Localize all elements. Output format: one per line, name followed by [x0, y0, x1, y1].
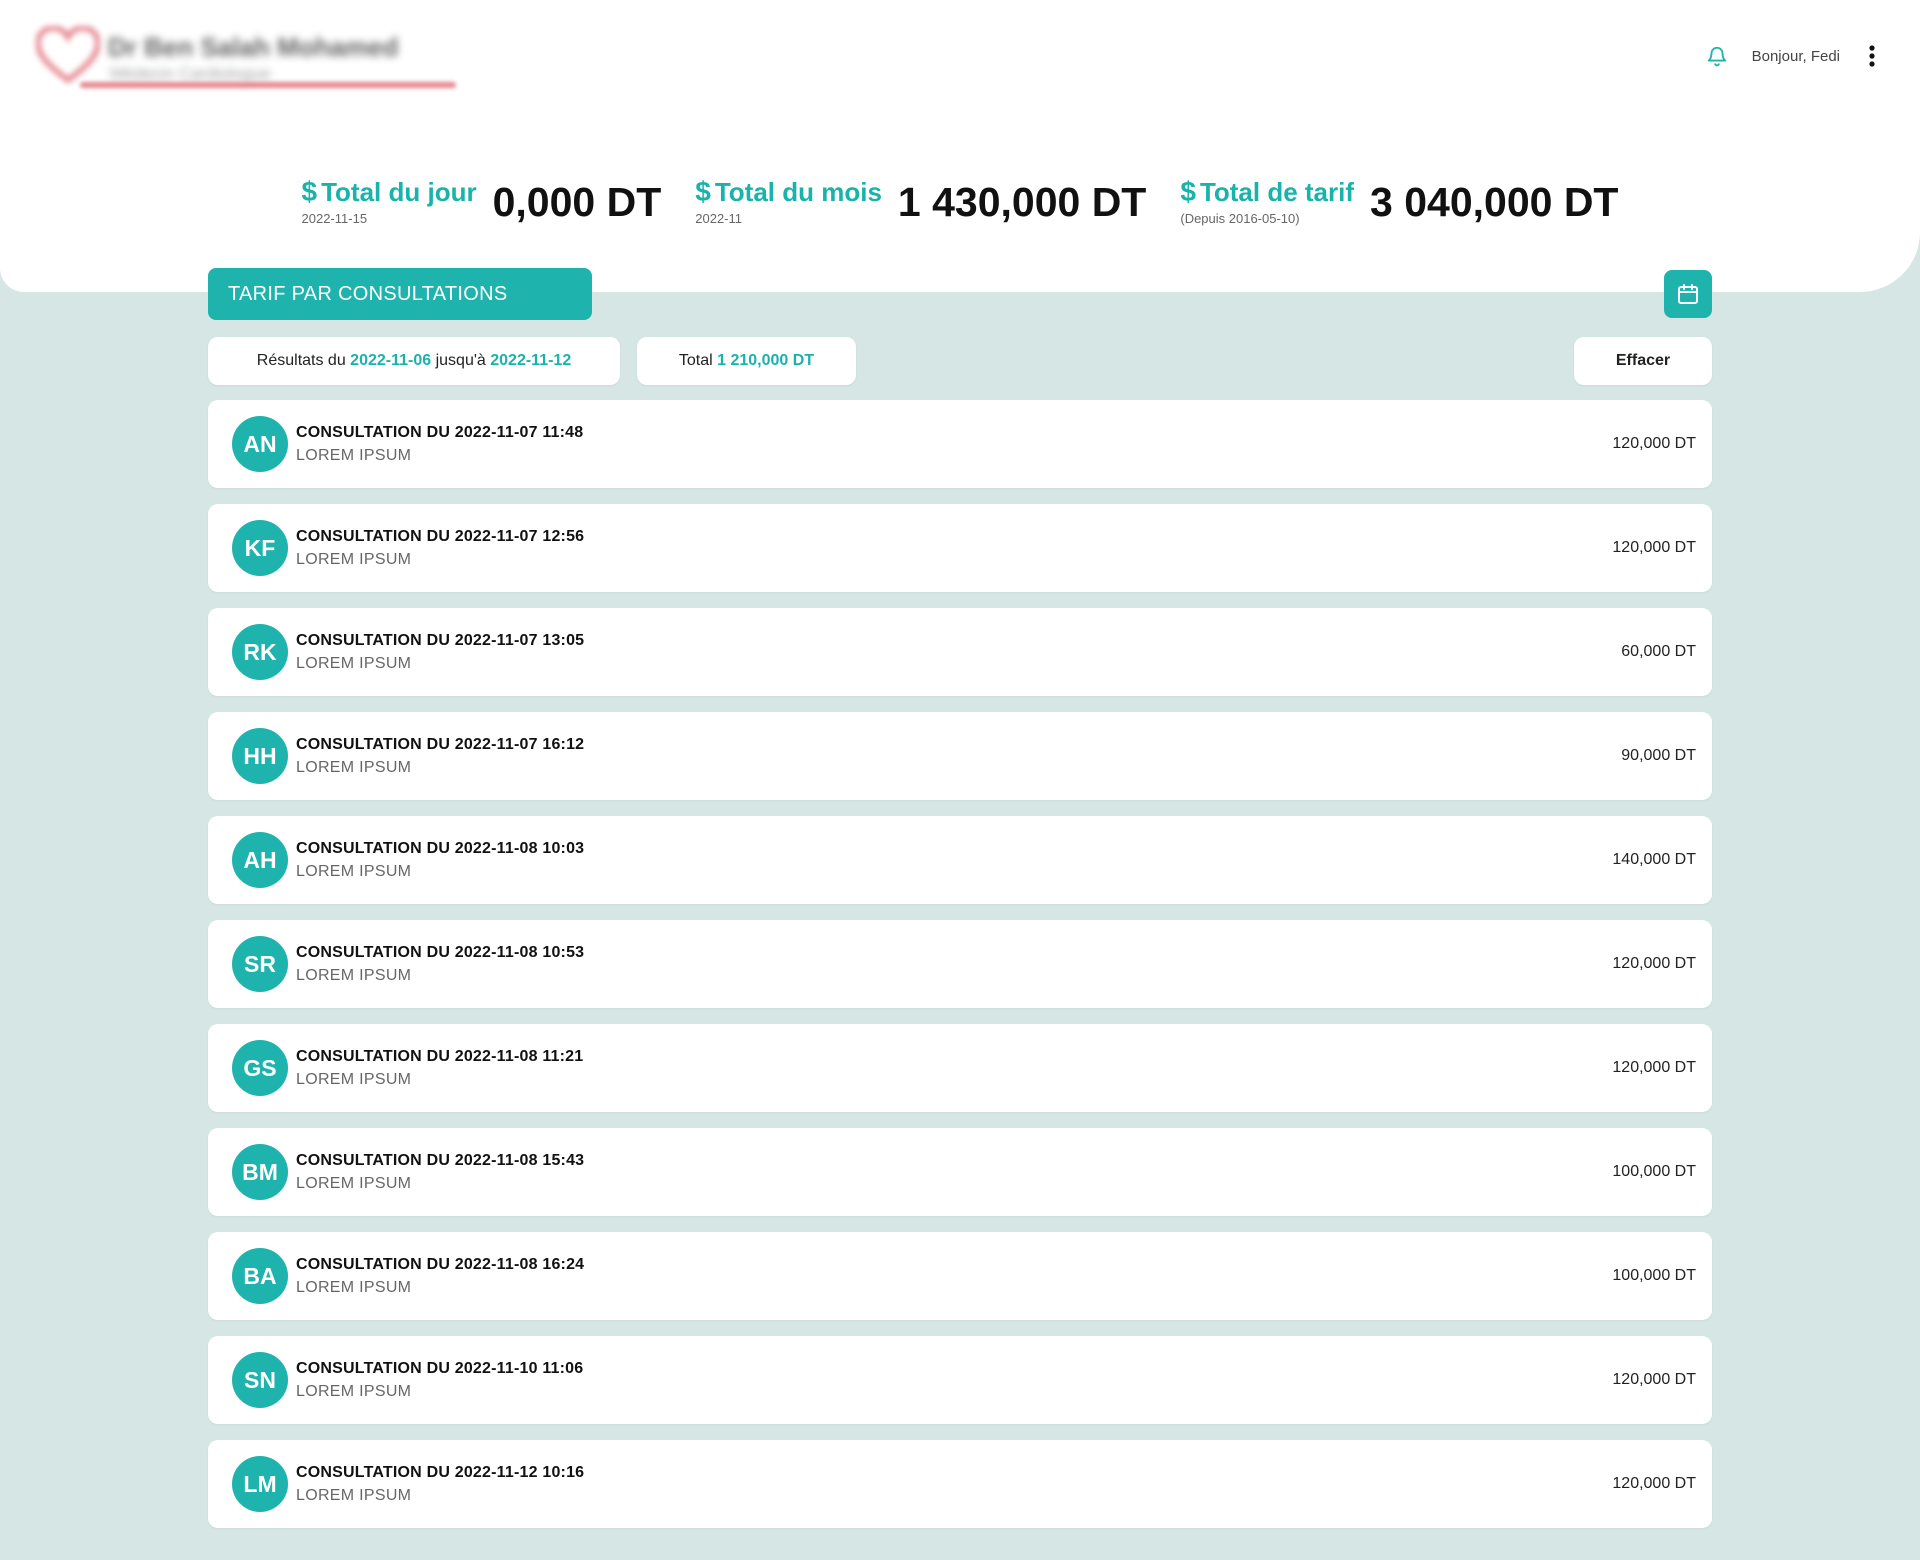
avatar: GS [232, 1040, 288, 1096]
header-actions: Bonjour, Fedi [1704, 40, 1882, 72]
calendar-icon [1678, 284, 1698, 304]
consultation-title: CONSULTATION DU 2022-11-08 16:24 [296, 1255, 585, 1273]
consultation-subtitle: LOREM IPSUM [296, 1382, 412, 1400]
avatar: LM [232, 1456, 288, 1512]
range-total-label: Total [678, 352, 713, 369]
brand[interactable]: Dr Ben Salah Mohamed Médecin Cardiologue [36, 24, 466, 94]
consultation-row[interactable]: LM CONSULTATION DU 2022-11-12 10:16 LOREM… [208, 1440, 1712, 1528]
consultation-title: CONSULTATION DU 2022-11-07 13:05 [296, 631, 585, 649]
header-panel: Dr Ben Salah Mohamed Médecin Cardiologue… [0, 0, 1920, 292]
avatar: BA [232, 1248, 288, 1304]
user-greeting: Bonjour, Fedi [1751, 47, 1840, 65]
stat-day-date: 2022-11-15 [301, 211, 368, 226]
bell-icon [1707, 46, 1726, 67]
tarif-par-consultations-tab[interactable]: TARIF PAR CONSULTATIONS [208, 268, 592, 320]
consultation-amount: 140,000 DT [1612, 851, 1696, 868]
kebab-menu-icon [1869, 45, 1875, 67]
calendar-button[interactable] [1664, 270, 1712, 318]
consultation-title: CONSULTATION DU 2022-11-07 16:12 [296, 735, 585, 753]
consultation-title: CONSULTATION DU 2022-11-10 11:06 [296, 1359, 584, 1377]
consultation-amount: 90,000 DT [1621, 747, 1696, 764]
consultation-amount: 120,000 DT [1612, 1371, 1696, 1388]
consultation-subtitle: LOREM IPSUM [296, 862, 412, 880]
results-prefix: Résultats du [256, 352, 346, 369]
consultation-subtitle: LOREM IPSUM [296, 966, 412, 984]
consultation-title: CONSULTATION DU 2022-11-08 15:43 [296, 1151, 585, 1169]
dollar-icon: $ [695, 176, 711, 207]
consultation-subtitle: LOREM IPSUM [296, 446, 412, 464]
consultation-row[interactable]: AH CONSULTATION DU 2022-11-08 10:03 LOREM… [208, 816, 1712, 904]
avatar: SN [232, 1352, 288, 1408]
consultation-list: AN CONSULTATION DU 2022-11-07 11:48 LOREM… [208, 400, 1712, 1544]
clear-filter-button[interactable]: Effacer [1574, 337, 1712, 385]
consultation-amount: 60,000 DT [1621, 643, 1696, 660]
consultation-amount: 120,000 DT [1612, 955, 1696, 972]
doctor-specialty: Médecin Cardiologue [110, 64, 271, 83]
dollar-icon: $ [301, 176, 318, 207]
consultation-row[interactable]: SR CONSULTATION DU 2022-11-08 10:53 LOREM… [208, 920, 1712, 1008]
range-end-date: 2022-11-12 [490, 352, 572, 369]
consultation-title: CONSULTATION DU 2022-11-08 11:21 [296, 1047, 584, 1065]
avatar: HH [232, 728, 288, 784]
consultation-title: CONSULTATION DU 2022-11-07 12:56 [296, 527, 585, 545]
avatar: KF [232, 520, 288, 576]
stat-tariff-since: (Depuis 2016-05-10) [1180, 211, 1300, 226]
notifications-button[interactable] [1704, 43, 1730, 69]
stat-month-date: 2022-11 [695, 211, 742, 226]
range-total-value: 1 210,000 DT [717, 352, 815, 369]
consultation-amount: 120,000 DT [1612, 539, 1696, 556]
stat-day: $ Total du jour 2022-11-15 0,000 DT [302, 170, 662, 234]
consultation-row[interactable]: BM CONSULTATION DU 2022-11-08 15:43 LOREM… [208, 1128, 1712, 1216]
stat-day-value: 0,000 DT [492, 179, 662, 225]
range-total: Total 1 210,000 DT [637, 337, 856, 385]
consultation-subtitle: LOREM IPSUM [296, 758, 412, 776]
consultation-title: CONSULTATION DU 2022-11-08 10:03 [296, 839, 585, 857]
consultation-subtitle: LOREM IPSUM [296, 654, 412, 672]
range-to-word: jusqu'à [435, 352, 486, 369]
stats-bar: $ Total du jour 2022-11-15 0,000 DT $ Tota… [0, 170, 1920, 234]
consultation-amount: 100,000 DT [1612, 1163, 1696, 1180]
consultation-title: CONSULTATION DU 2022-11-07 11:48 [296, 423, 584, 441]
consultation-amount: 120,000 DT [1612, 1059, 1696, 1076]
consultation-amount: 100,000 DT [1612, 1267, 1696, 1284]
consultation-title: CONSULTATION DU 2022-11-08 10:53 [296, 943, 585, 961]
consultation-subtitle: LOREM IPSUM [296, 1278, 412, 1296]
dollar-icon: $ [1180, 176, 1196, 207]
avatar: AN [232, 416, 288, 472]
stat-month-label: Total du mois [714, 177, 882, 207]
brand-underline [80, 82, 456, 88]
stat-month: $ Total du mois 2022-11 1 430,000 DT [695, 170, 1146, 234]
consultation-row[interactable]: GS CONSULTATION DU 2022-11-08 11:21 LOREM… [208, 1024, 1712, 1112]
range-start-date: 2022-11-06 [350, 352, 432, 369]
stat-tariff-label: Total de tarif [1199, 177, 1355, 207]
date-range-summary: Résultats du 2022-11-06 jusqu'à 2022-11-… [208, 337, 620, 385]
consultation-subtitle: LOREM IPSUM [296, 1486, 412, 1504]
consultation-row[interactable]: HH CONSULTATION DU 2022-11-07 16:12 LOREM… [208, 712, 1712, 800]
stat-tariff: $ Total de tarif (Depuis 2016-05-10) 3 04… [1180, 170, 1618, 234]
avatar: SR [232, 936, 288, 992]
consultation-title: CONSULTATION DU 2022-11-12 10:16 [296, 1463, 585, 1481]
stat-tariff-value: 3 040,000 DT [1370, 179, 1619, 225]
consultation-row[interactable]: BA CONSULTATION DU 2022-11-08 16:24 LOREM… [208, 1232, 1712, 1320]
doctor-name: Dr Ben Salah Mohamed [108, 32, 399, 62]
more-options-button[interactable] [1862, 42, 1882, 70]
consultation-row[interactable]: KF CONSULTATION DU 2022-11-07 12:56 LOREM… [208, 504, 1712, 592]
stat-day-label: Total du jour [321, 177, 477, 207]
consultation-amount: 120,000 DT [1612, 435, 1696, 452]
consultation-amount: 120,000 DT [1612, 1475, 1696, 1492]
avatar: BM [232, 1144, 288, 1200]
heart-logo-icon [36, 26, 100, 84]
consultation-subtitle: LOREM IPSUM [296, 1174, 412, 1192]
consultation-row[interactable]: SN CONSULTATION DU 2022-11-10 11:06 LOREM… [208, 1336, 1712, 1424]
consultation-subtitle: LOREM IPSUM [296, 1070, 412, 1088]
consultation-subtitle: LOREM IPSUM [296, 550, 412, 568]
avatar: RK [232, 624, 288, 680]
stat-month-value: 1 430,000 DT [897, 179, 1147, 225]
avatar: AH [232, 832, 288, 888]
consultation-row[interactable]: AN CONSULTATION DU 2022-11-07 11:48 LOREM… [208, 400, 1712, 488]
consultation-row[interactable]: RK CONSULTATION DU 2022-11-07 13:05 LOREM… [208, 608, 1712, 696]
